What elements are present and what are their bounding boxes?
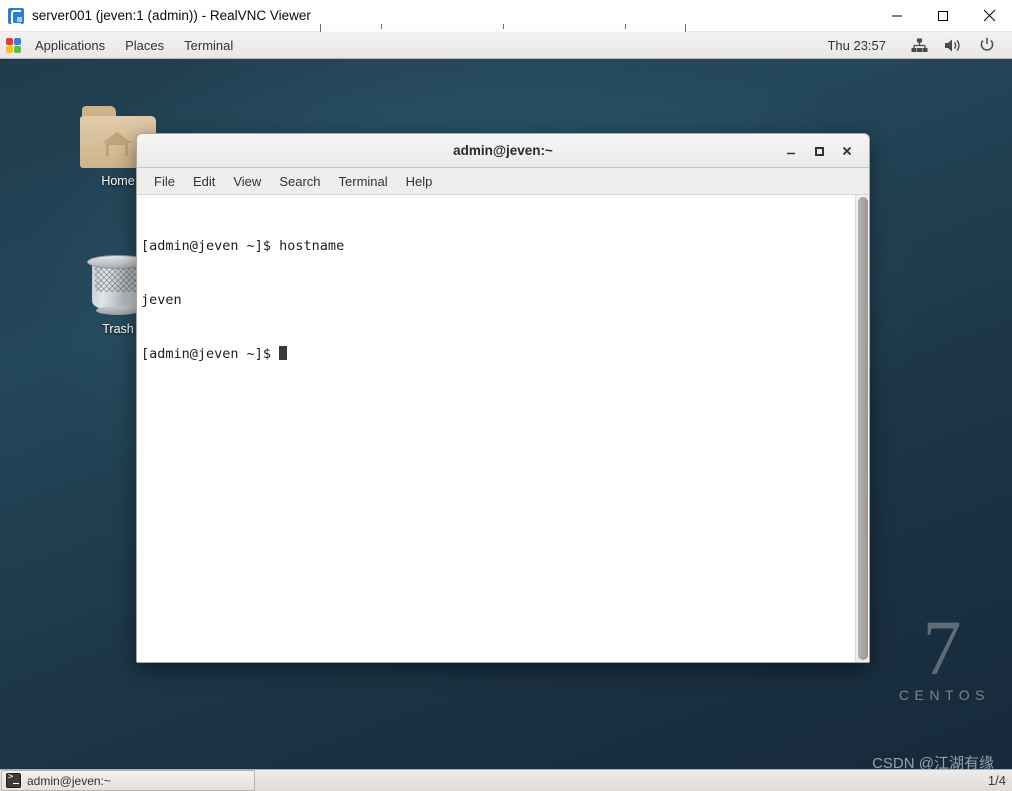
realvnc-viewer-window: server001 (jeven:1 (admin)) - RealVNC Vi… <box>0 0 1012 791</box>
gnome-bottom-taskbar: admin@jeven:~ 1/4 <box>0 769 1012 791</box>
workspace-switcher[interactable]: 1/4 <box>988 773 1006 788</box>
vnc-close-button[interactable] <box>966 0 1012 32</box>
panel-menu-applications[interactable]: Applications <box>26 36 114 55</box>
taskbar-window-button-terminal[interactable]: admin@jeven:~ <box>1 770 255 791</box>
desktop-icon-trash-label: Trash <box>102 322 134 336</box>
terminal-titlebar[interactable]: admin@jeven:~ <box>137 134 869 168</box>
power-icon[interactable] <box>977 36 997 54</box>
terminal-menu-view[interactable]: View <box>224 172 270 191</box>
panel-status-area: Thu 23:57 <box>827 36 1012 54</box>
terminal-close-button[interactable] <box>833 138 861 164</box>
terminal-scrollbar[interactable] <box>855 195 869 662</box>
terminal-menu-terminal[interactable]: Terminal <box>330 172 397 191</box>
terminal-window-controls <box>777 138 869 164</box>
terminal-menu-search[interactable]: Search <box>270 172 329 191</box>
terminal-scrollbar-thumb[interactable] <box>858 197 868 660</box>
panel-menu-terminal[interactable]: Terminal <box>175 36 242 55</box>
volume-icon[interactable] <box>943 36 963 54</box>
panel-menu-places[interactable]: Places <box>116 36 173 55</box>
realvnc-icon <box>8 7 24 25</box>
terminal-icon <box>6 772 21 788</box>
terminal-window-title: admin@jeven:~ <box>453 143 553 158</box>
terminal-maximize-button[interactable] <box>805 138 833 164</box>
terminal-screen[interactable]: [admin@jeven ~]$ hostname jeven [admin@j… <box>137 195 855 662</box>
terminal-line-command: [admin@jeven ~]$ hostname <box>141 238 345 254</box>
terminal-menu-edit[interactable]: Edit <box>184 172 224 191</box>
terminal-menubar: File Edit View Search Terminal Help <box>137 168 869 195</box>
desktop-icon-home-label: Home <box>101 174 135 188</box>
terminal-menu-help[interactable]: Help <box>397 172 442 191</box>
centos-watermark: 7 CENTOS <box>894 603 990 703</box>
terminal-body: [admin@jeven ~]$ hostname jeven [admin@j… <box>137 195 869 662</box>
centos-brand-text: CENTOS <box>898 687 990 703</box>
centos-version-number: 7 <box>922 603 962 691</box>
terminal-window[interactable]: admin@jeven:~ File Edit View Search Term… <box>136 133 870 663</box>
terminal-prompt: [admin@jeven ~]$ <box>141 346 280 362</box>
terminal-minimize-button[interactable] <box>777 138 805 164</box>
vnc-window-controls <box>874 0 1012 32</box>
terminal-menu-file[interactable]: File <box>145 172 184 191</box>
vnc-minimize-button[interactable] <box>874 0 920 32</box>
taskbar-window-label: admin@jeven:~ <box>27 773 111 788</box>
terminal-line-output: jeven <box>141 292 182 308</box>
applications-icon <box>6 37 21 53</box>
terminal-cursor <box>279 346 288 360</box>
vnc-maximize-button[interactable] <box>920 0 966 32</box>
network-icon[interactable] <box>909 36 929 54</box>
terminal-prompt-line: [admin@jeven ~]$ <box>141 345 851 363</box>
gnome-top-panel: Applications Places Terminal Thu 23:57 <box>0 32 1012 59</box>
vnc-window-title: server001 (jeven:1 (admin)) - RealVNC Vi… <box>32 8 311 23</box>
panel-clock[interactable]: Thu 23:57 <box>827 38 886 53</box>
centos-desktop[interactable]: Applications Places Terminal Thu 23:57 H… <box>0 32 1012 791</box>
